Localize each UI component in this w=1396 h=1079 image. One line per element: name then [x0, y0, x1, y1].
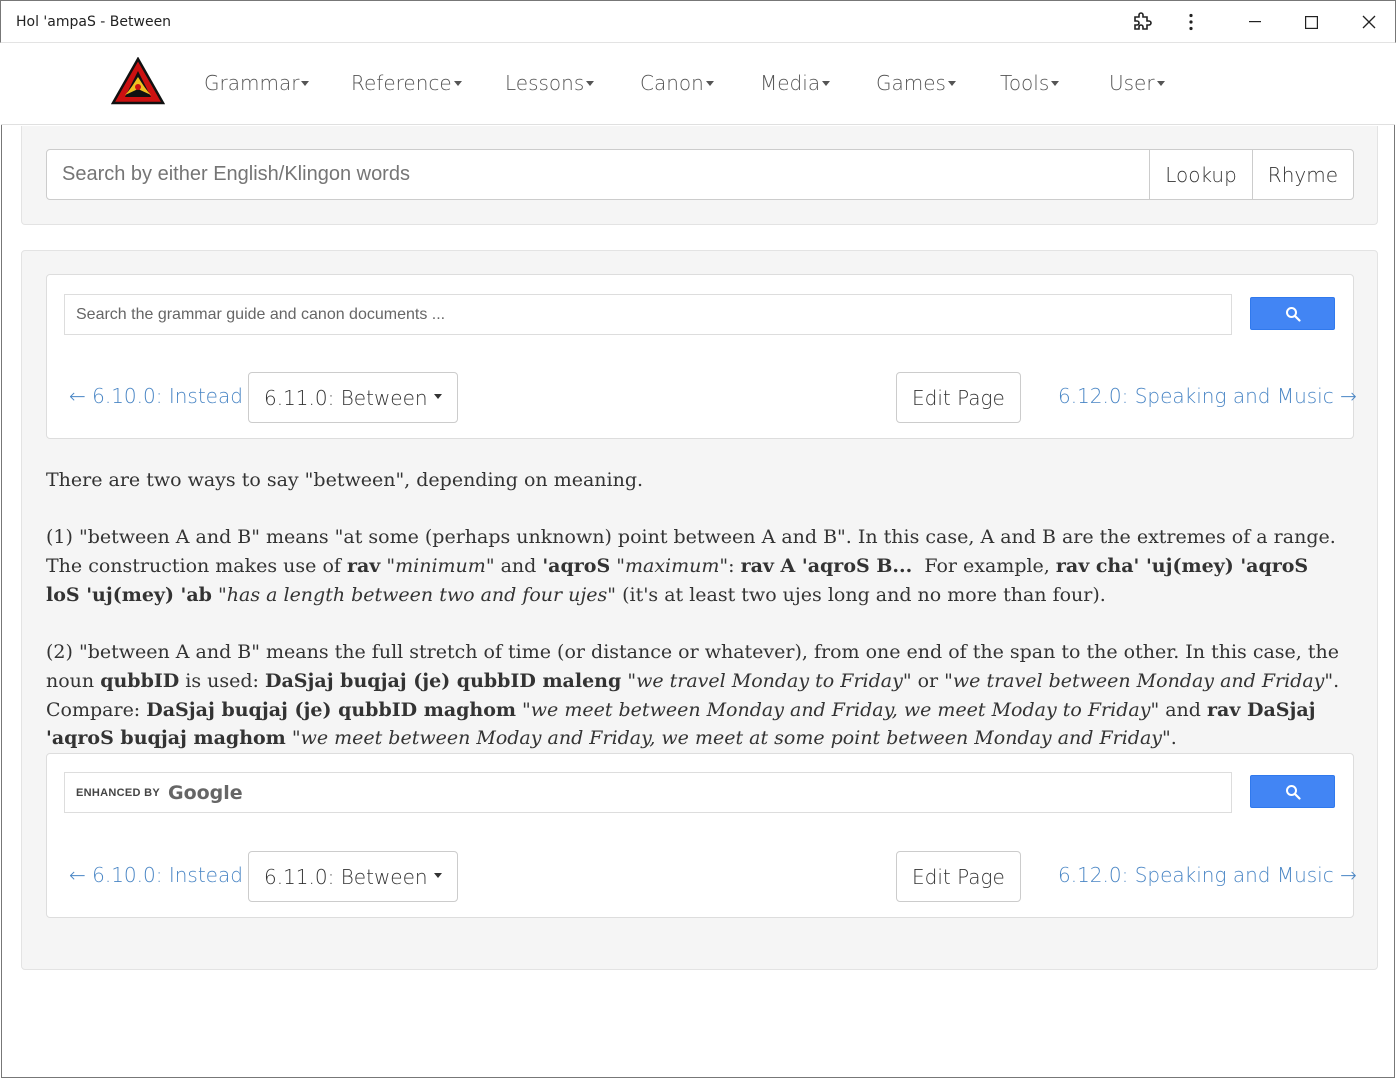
nav-canon[interactable]: Canon: [640, 71, 714, 95]
google-logo: Google: [167, 781, 243, 804]
chevron-down-icon: [705, 81, 714, 86]
paragraph-2: (2) "between A and B" means the full str…: [46, 641, 1340, 750]
grammar-search-button[interactable]: [1250, 297, 1335, 330]
minimize-icon[interactable]: [1232, 1, 1278, 43]
chevron-down-icon: [947, 81, 956, 86]
next-section-link[interactable]: 6.12.0: Speaking and Music →: [1058, 384, 1357, 408]
chevron-down-icon: [433, 873, 442, 878]
chevron-down-icon: [453, 81, 462, 86]
more-options-icon[interactable]: [1168, 1, 1214, 43]
lookup-group: Lookup Rhyme: [46, 149, 1354, 200]
grammar-search-input[interactable]: Search the grammar guide and canon docum…: [64, 294, 1232, 335]
google-search-input[interactable]: ENHANCED BY Google: [64, 772, 1232, 813]
search-icon: [1285, 306, 1301, 322]
nav-grammar[interactable]: Grammar: [204, 71, 310, 95]
article-content: There are two ways to say "between", dep…: [46, 466, 1346, 782]
nav-user[interactable]: User: [1109, 71, 1165, 95]
chevron-down-icon: [301, 81, 310, 86]
google-search-button[interactable]: [1250, 775, 1335, 808]
close-icon[interactable]: [1346, 1, 1392, 43]
edit-page-button[interactable]: Edit Page: [896, 372, 1021, 423]
rhyme-button[interactable]: Rhyme: [1251, 149, 1354, 200]
extensions-icon[interactable]: [1119, 1, 1165, 43]
lookup-button[interactable]: Lookup: [1149, 149, 1253, 200]
nav-lessons[interactable]: Lessons: [505, 71, 595, 95]
window-titlebar: Hol 'ampaS - Between: [0, 0, 1396, 43]
chevron-down-icon: [586, 81, 595, 86]
section-dropdown-button[interactable]: 6.11.0: Between: [248, 372, 458, 423]
nav-tools[interactable]: Tools: [1000, 71, 1060, 95]
window-title: Hol 'ampaS - Between: [16, 14, 172, 30]
section-dropdown-label: 6.11.0: Between: [264, 864, 428, 889]
search-icon: [1285, 784, 1301, 800]
enhanced-by-label: ENHANCED BY: [76, 786, 160, 799]
site-logo-icon[interactable]: [110, 56, 166, 105]
main-navbar: Grammar Reference Lessons Canon Media Ga…: [1, 43, 1395, 125]
prev-section-link[interactable]: ← 6.10.0: Instead: [69, 384, 243, 408]
paragraph-1: (1) "between A and B" means "at some (pe…: [46, 526, 1336, 606]
next-section-link[interactable]: 6.12.0: Speaking and Music →: [1058, 863, 1357, 887]
dictionary-search-input[interactable]: [46, 149, 1151, 200]
intro-paragraph: There are two ways to say "between", dep…: [46, 469, 644, 491]
nav-games[interactable]: Games: [876, 71, 956, 95]
nav-media[interactable]: Media: [760, 71, 831, 95]
section-dropdown-button[interactable]: 6.11.0: Between: [248, 851, 458, 902]
edit-page-button[interactable]: Edit Page: [896, 851, 1021, 902]
chevron-down-icon: [433, 394, 442, 399]
chevron-down-icon: [822, 81, 831, 86]
section-dropdown-label: 6.11.0: Between: [264, 385, 428, 410]
nav-reference[interactable]: Reference: [351, 71, 462, 95]
chevron-down-icon: [1051, 81, 1060, 86]
prev-section-link[interactable]: ← 6.10.0: Instead: [69, 863, 243, 887]
maximize-icon[interactable]: [1288, 1, 1334, 43]
chevron-down-icon: [1156, 81, 1165, 86]
